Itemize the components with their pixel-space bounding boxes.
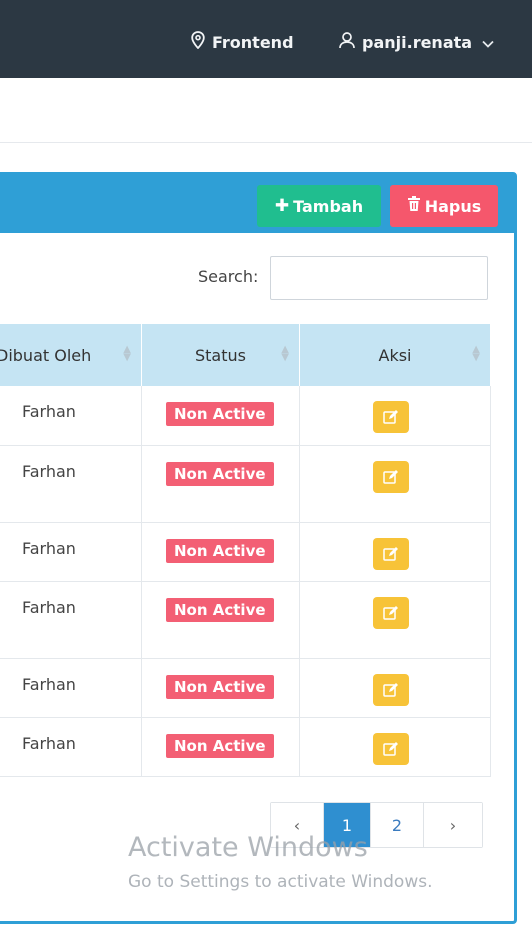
status-badge: Non Active: [166, 674, 274, 699]
edit-icon: [383, 741, 398, 756]
delete-button-label: Hapus: [424, 196, 482, 216]
edit-button[interactable]: [373, 537, 409, 570]
add-button[interactable]: ✚ Tambah: [257, 185, 381, 227]
status-badge: Non Active: [166, 538, 274, 563]
edit-icon: [383, 469, 398, 484]
cell-action: [299, 658, 491, 718]
column-header-status[interactable]: Status ▲ ▼: [141, 324, 300, 386]
cell-status: Non Active: [141, 717, 300, 777]
edit-button[interactable]: [373, 460, 409, 493]
frontend-label: Frontend: [212, 32, 294, 52]
status-badge: Non Active: [166, 402, 274, 426]
column-header-created-by[interactable]: Dibuat Oleh ▲ ▼: [0, 324, 142, 386]
edit-icon: [383, 605, 398, 620]
table-row: Farhan Non Active: [0, 581, 491, 659]
pagination-page-2[interactable]: 2: [371, 803, 424, 847]
status-badge: Non Active: [166, 733, 274, 758]
search-label: Search:: [198, 267, 259, 286]
sort-icon: ▲ ▼: [472, 344, 480, 363]
chevron-down-icon: [482, 33, 500, 52]
map-pin-icon: [190, 31, 212, 53]
activate-windows-subtitle: Go to Settings to activate Windows.: [128, 872, 433, 892]
cell-created-by: Farhan: [0, 386, 142, 446]
search-input[interactable]: [270, 256, 488, 300]
edit-icon: [383, 682, 398, 697]
cell-created-by: Farhan: [0, 445, 142, 523]
cell-action: [299, 445, 491, 523]
cell-status: Non Active: [141, 658, 300, 718]
frontend-link[interactable]: Frontend: [190, 30, 294, 54]
table-row: Farhan Non Active: [0, 658, 491, 718]
edit-button[interactable]: [373, 596, 409, 629]
status-badge: Non Active: [166, 461, 274, 486]
breadcrumb-bar: [0, 78, 532, 143]
cell-status: Non Active: [141, 445, 300, 523]
edit-icon: [383, 546, 398, 561]
column-header-action[interactable]: Aksi ▲ ▼: [299, 324, 491, 386]
table-row: Farhan Non Active: [0, 445, 491, 523]
table-header-row: Dibuat Oleh ▲ ▼ Status ▲ ▼ Aksi ▲ ▼: [0, 324, 491, 386]
edit-button[interactable]: [373, 732, 409, 765]
table-row: Farhan Non Active: [0, 522, 491, 582]
table-row: Farhan Non Active: [0, 717, 491, 777]
trash-icon: [407, 195, 421, 217]
cell-action: [299, 581, 491, 659]
cell-created-by: Farhan: [0, 717, 142, 777]
add-button-label: Tambah: [293, 196, 364, 216]
cell-created-by: Farhan: [0, 522, 142, 582]
user-menu[interactable]: panji.renata: [338, 30, 500, 54]
cell-created-by: Farhan: [0, 658, 142, 718]
activate-windows-title: Activate Windows: [128, 832, 368, 863]
bottom-strip: [0, 938, 532, 951]
edit-icon: [383, 410, 398, 424]
sort-icon: ▲ ▼: [281, 344, 289, 363]
table-row: Farhan Non Active: [0, 386, 491, 446]
cell-action: [299, 522, 491, 582]
plus-icon: ✚: [274, 196, 290, 216]
delete-button[interactable]: Hapus: [390, 185, 498, 227]
cell-status: Non Active: [141, 386, 300, 446]
cell-action: [299, 386, 491, 446]
cell-created-by: Farhan: [0, 581, 142, 659]
sort-icon: ▲ ▼: [123, 344, 131, 363]
cell-status: Non Active: [141, 522, 300, 582]
data-table: Dibuat Oleh ▲ ▼ Status ▲ ▼ Aksi ▲ ▼ Farhan …: [0, 324, 491, 777]
panel-header: ✚ Tambah Hapus: [0, 175, 514, 233]
edit-button[interactable]: [373, 401, 409, 433]
top-navbar: Frontend panji.renata: [0, 0, 532, 78]
user-icon: [338, 31, 362, 53]
user-name: panji.renata: [362, 32, 473, 52]
edit-button[interactable]: [373, 673, 409, 706]
cell-status: Non Active: [141, 581, 300, 659]
pagination-next[interactable]: ›: [424, 803, 482, 847]
status-badge: Non Active: [166, 597, 274, 622]
cell-action: [299, 717, 491, 777]
